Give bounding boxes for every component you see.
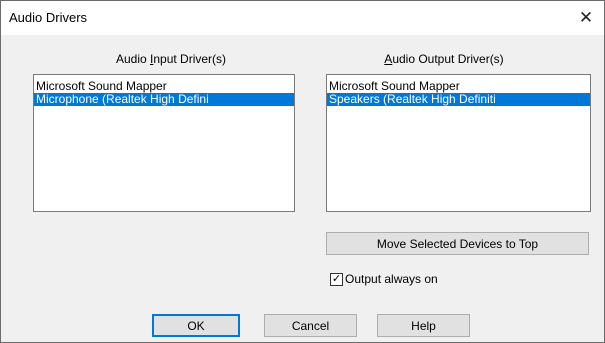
ok-button[interactable]: OK: [152, 314, 240, 337]
list-item[interactable]: Speakers (Realtek High Definiti: [327, 93, 590, 106]
audio-drivers-dialog: Audio Drivers ✕ Audio Input Driver(s) Mi…: [0, 0, 605, 343]
output-always-on-checkbox-row[interactable]: ✓ Output always on: [330, 272, 438, 286]
list-item[interactable]: Microsoft Sound Mapper: [327, 80, 590, 93]
list-item[interactable]: Microsoft Sound Mapper: [34, 80, 294, 93]
cancel-button[interactable]: Cancel: [264, 314, 357, 337]
audio-input-label: Audio Input Driver(s): [115, 52, 227, 66]
close-icon[interactable]: ✕: [568, 1, 604, 35]
list-item[interactable]: Microphone (Realtek High Defini: [34, 93, 294, 106]
window-title: Audio Drivers: [9, 10, 88, 25]
audio-input-listbox[interactable]: Microsoft Sound Mapper Microphone (Realt…: [33, 74, 295, 212]
output-always-on-checkbox[interactable]: ✓: [330, 272, 343, 286]
audio-output-listbox[interactable]: Microsoft Sound Mapper Speakers (Realtek…: [326, 74, 591, 212]
title-bar: Audio Drivers ✕: [1, 1, 604, 35]
output-always-on-label: Output always on: [345, 272, 438, 286]
audio-output-label: Audio Output Driver(s): [384, 52, 504, 66]
move-selected-to-top-button[interactable]: Move Selected Devices to Top: [326, 232, 589, 255]
help-button[interactable]: Help: [377, 314, 470, 337]
